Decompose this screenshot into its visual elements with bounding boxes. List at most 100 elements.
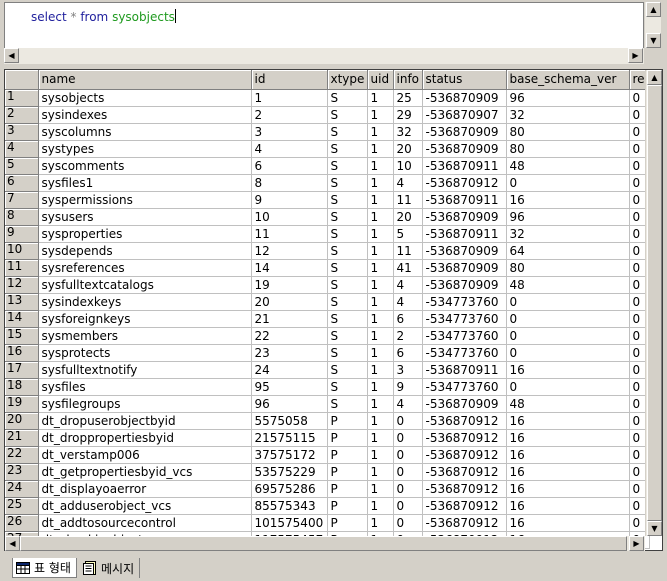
cell-xtype[interactable]: P (327, 429, 368, 447)
cell-xtype[interactable]: S (327, 157, 368, 175)
cell-uid[interactable]: 1 (367, 344, 394, 362)
cell-id[interactable]: 69575286 (251, 480, 328, 498)
table-row[interactable]: 25 dt_adduserobject_vcs 85575343 P 1 0 -536870… (5, 497, 650, 515)
cell-name[interactable]: dt_getpropertiesbyid_vcs (38, 463, 252, 481)
cell-base-schema-ver[interactable]: 16 (506, 480, 630, 498)
table-row[interactable]: 17 sysfulltextnotify 24 S 1 3 -536870911 16 0 (5, 361, 650, 379)
cell-status[interactable]: -534773760 (422, 378, 507, 396)
cell-name[interactable]: sysfulltextnotify (38, 361, 252, 379)
cell-name[interactable]: dt_droppropertiesbyid (38, 429, 252, 447)
cell-status[interactable]: -536870912 (422, 463, 507, 481)
cell-xtype[interactable]: S (327, 310, 368, 328)
cell-uid[interactable]: 1 (367, 242, 394, 260)
column-header-base-schema-ver[interactable]: base_schema_ver (506, 70, 630, 90)
cell-id[interactable]: 85575343 (251, 497, 328, 515)
cell-info[interactable]: 20 (393, 208, 423, 226)
cell-base-schema-ver[interactable]: 16 (506, 463, 630, 481)
row-number-cell[interactable]: 25 (5, 497, 39, 515)
cell-info[interactable]: 11 (393, 242, 423, 260)
cell-info[interactable]: 5 (393, 225, 423, 243)
cell-status[interactable]: -536870911 (422, 157, 507, 175)
cell-id[interactable]: 12 (251, 242, 328, 260)
row-number-cell[interactable]: 20 (5, 412, 39, 430)
cell-id[interactable]: 6 (251, 157, 328, 175)
cell-xtype[interactable]: S (327, 378, 368, 396)
cell-id[interactable]: 19 (251, 276, 328, 294)
cell-base-schema-ver[interactable]: 48 (506, 276, 630, 294)
cell-xtype[interactable]: P (327, 497, 368, 515)
cell-id[interactable]: 11 (251, 225, 328, 243)
cell-name[interactable]: sysusers (38, 208, 252, 226)
column-header-uid[interactable]: uid (367, 70, 394, 90)
grid-horizontal-scrollbar[interactable]: ◀ ▶ (5, 536, 645, 551)
cell-id[interactable]: 21575115 (251, 429, 328, 447)
cell-uid[interactable]: 1 (367, 361, 394, 379)
row-number-cell[interactable]: 9 (5, 225, 39, 243)
row-number-cell[interactable]: 11 (5, 259, 39, 277)
cell-status[interactable]: -536870909 (422, 276, 507, 294)
cell-name[interactable]: dt_addtosourcecontrol (38, 514, 252, 532)
cell-status[interactable]: -536870909 (422, 208, 507, 226)
tab-messages[interactable]: 메시지 (80, 558, 141, 578)
cell-uid[interactable]: 1 (367, 480, 394, 498)
table-row[interactable]: 8 sysusers 10 S 1 20 -536870909 96 0 (5, 208, 650, 226)
row-number-cell[interactable]: 4 (5, 140, 39, 158)
cell-base-schema-ver[interactable]: 16 (506, 361, 630, 379)
row-number-cell[interactable]: 19 (5, 395, 39, 413)
cell-uid[interactable]: 1 (367, 497, 394, 515)
cell-xtype[interactable]: P (327, 514, 368, 532)
cell-status[interactable]: -534773760 (422, 293, 507, 311)
cell-xtype[interactable]: S (327, 123, 368, 141)
row-number-cell[interactable]: 3 (5, 123, 39, 141)
cell-id[interactable]: 21 (251, 310, 328, 328)
cell-id[interactable]: 5575058 (251, 412, 328, 430)
cell-xtype[interactable]: S (327, 395, 368, 413)
table-row[interactable]: 4 systypes 4 S 1 20 -536870909 80 0 (5, 140, 650, 158)
column-header-status[interactable]: status (422, 70, 507, 90)
cell-base-schema-ver[interactable]: 16 (506, 191, 630, 209)
cell-status[interactable]: -536870912 (422, 412, 507, 430)
cell-status[interactable]: -536870912 (422, 429, 507, 447)
cell-base-schema-ver[interactable]: 0 (506, 310, 630, 328)
cell-info[interactable]: 0 (393, 463, 423, 481)
cell-base-schema-ver[interactable]: 0 (506, 293, 630, 311)
cell-id[interactable]: 4 (251, 140, 328, 158)
cell-uid[interactable]: 1 (367, 310, 394, 328)
cell-id[interactable]: 2 (251, 106, 328, 124)
scroll-down-icon[interactable]: ▼ (647, 521, 662, 536)
cell-status[interactable]: -534773760 (422, 344, 507, 362)
table-row[interactable]: 5 syscomments 6 S 1 10 -536870911 48 0 (5, 157, 650, 175)
cell-status[interactable]: -536870909 (422, 123, 507, 141)
cell-base-schema-ver[interactable]: 16 (506, 514, 630, 532)
editor-vertical-scrollbar[interactable]: ▲ ▼ (644, 2, 661, 49)
table-row[interactable]: 18 sysfiles 95 S 1 9 -534773760 0 0 (5, 378, 650, 396)
cell-xtype[interactable]: S (327, 361, 368, 379)
cell-uid[interactable]: 1 (367, 327, 394, 345)
cell-xtype[interactable]: S (327, 225, 368, 243)
row-header-corner[interactable] (5, 70, 39, 90)
cell-info[interactable]: 2 (393, 327, 423, 345)
cell-id[interactable]: 101575400 (251, 514, 328, 532)
cell-base-schema-ver[interactable]: 96 (506, 208, 630, 226)
cell-info[interactable]: 4 (393, 293, 423, 311)
scroll-left-icon[interactable]: ◀ (5, 536, 20, 551)
cell-id[interactable]: 10 (251, 208, 328, 226)
table-row[interactable]: 6 sysfiles1 8 S 1 4 -536870912 0 0 (5, 174, 650, 192)
table-row[interactable]: 7 syspermissions 9 S 1 11 -536870911 16 0 (5, 191, 650, 209)
table-row[interactable]: 21 dt_droppropertiesbyid 21575115 P 1 0 -53687… (5, 429, 650, 447)
cell-status[interactable]: -534773760 (422, 310, 507, 328)
row-number-cell[interactable]: 13 (5, 293, 39, 311)
cell-info[interactable]: 0 (393, 412, 423, 430)
scroll-right-icon[interactable]: ▶ (629, 536, 644, 551)
cell-xtype[interactable]: S (327, 242, 368, 260)
cell-status[interactable]: -536870911 (422, 191, 507, 209)
row-number-cell[interactable]: 17 (5, 361, 39, 379)
table-row[interactable]: 10 sysdepends 12 S 1 11 -536870909 64 0 (5, 242, 650, 260)
cell-status[interactable]: -536870907 (422, 106, 507, 124)
cell-name[interactable]: sysfiles (38, 378, 252, 396)
cell-uid[interactable]: 1 (367, 446, 394, 464)
cell-uid[interactable]: 1 (367, 191, 394, 209)
column-header-info[interactable]: info (393, 70, 423, 90)
row-number-cell[interactable]: 26 (5, 514, 39, 532)
row-number-cell[interactable]: 16 (5, 344, 39, 362)
